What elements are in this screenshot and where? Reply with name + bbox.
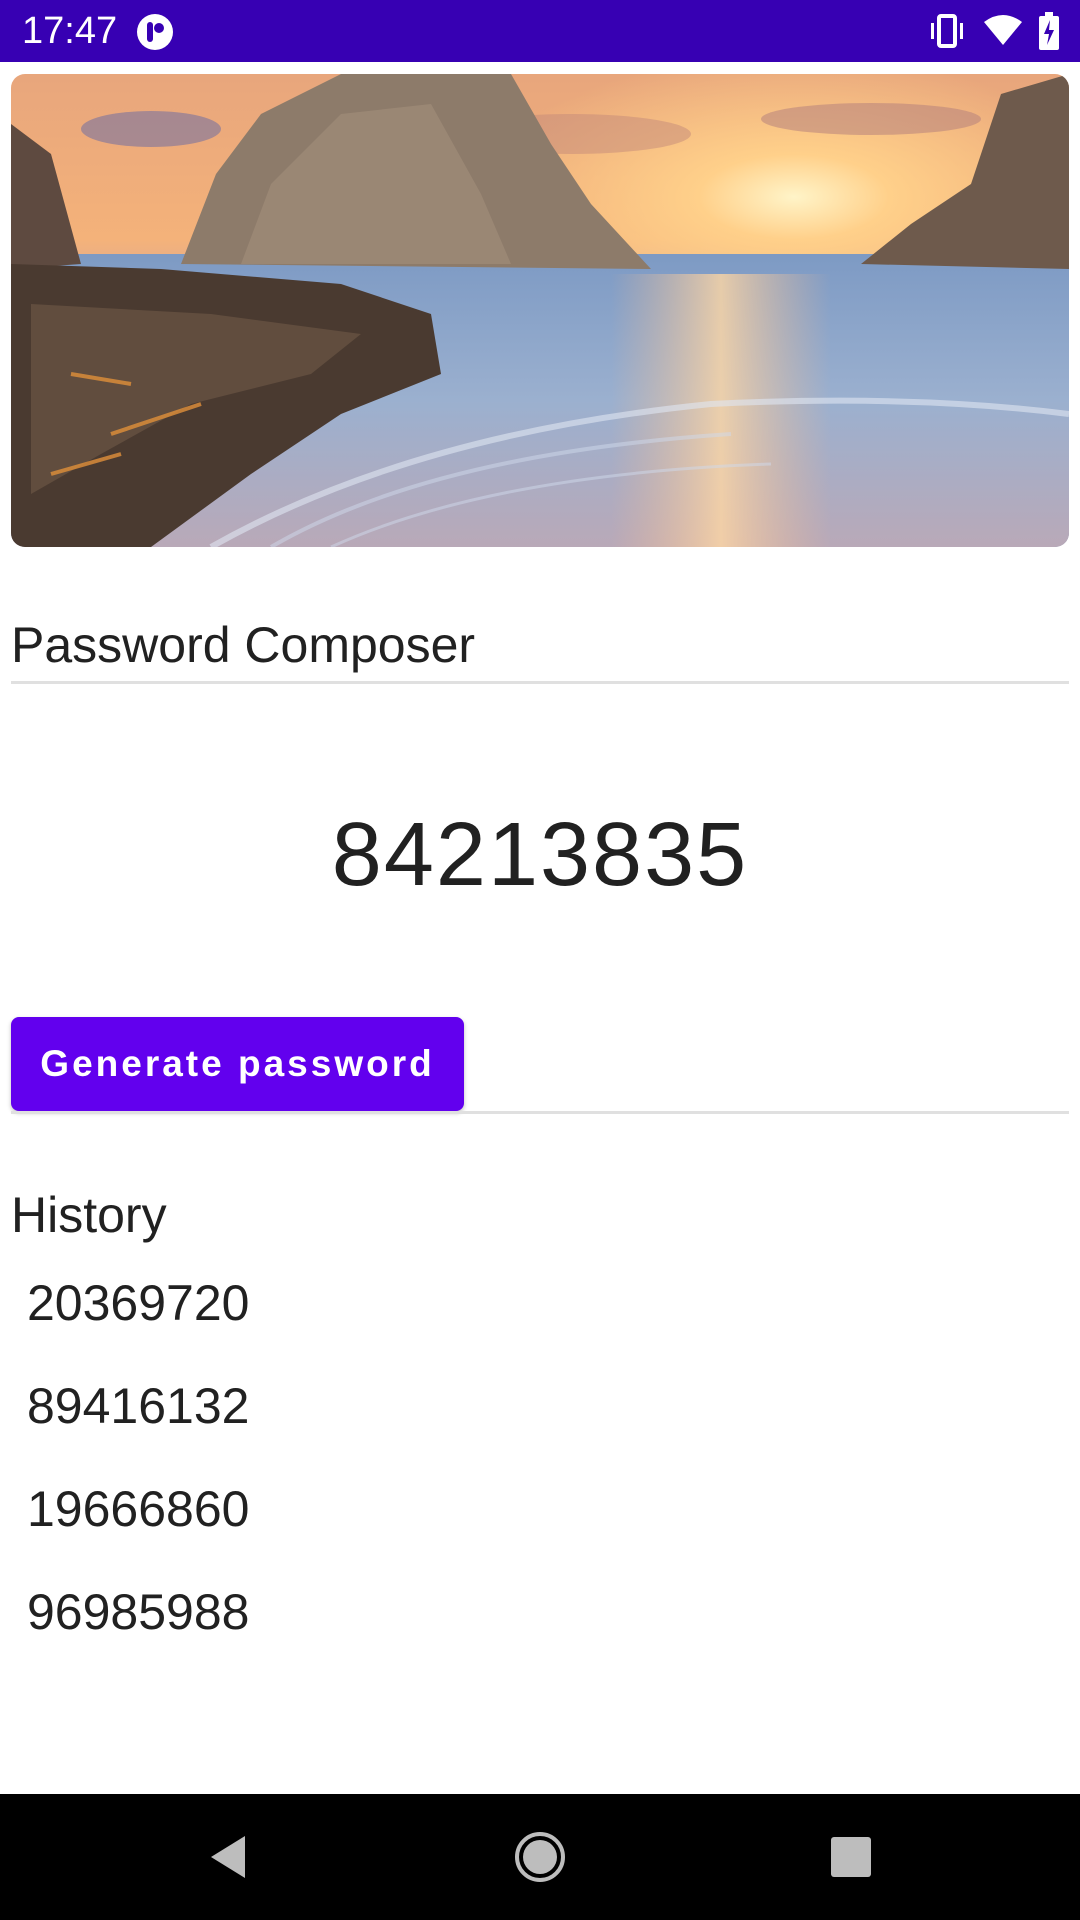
- history-list: 20369720 89416132 19666860 96985988: [27, 1270, 249, 1682]
- button-divider: [11, 1111, 1069, 1114]
- app-notification-icon: [136, 13, 174, 51]
- history-item: 20369720: [27, 1275, 250, 1331]
- navigation-bar: [0, 1794, 1080, 1920]
- recents-icon[interactable]: [818, 1824, 884, 1890]
- history-item: 19666860: [27, 1481, 250, 1537]
- wifi-icon: [983, 14, 1023, 51]
- history-item: 96985988: [27, 1584, 250, 1640]
- status-bar: 17:47: [0, 0, 1080, 62]
- generated-password: 84213835: [331, 805, 749, 905]
- home-icon[interactable]: [507, 1824, 573, 1890]
- generate-password-button[interactable]: Generate password: [11, 1017, 464, 1111]
- back-icon[interactable]: [197, 1824, 263, 1890]
- title-divider: [11, 681, 1069, 684]
- battery-charging-icon: [1038, 12, 1060, 55]
- status-time: 17:47: [22, 10, 118, 52]
- history-item: 89416132: [27, 1378, 250, 1434]
- beach-sunset-image: [11, 74, 1069, 547]
- page-title: Password Composer: [11, 617, 476, 673]
- vibrate-icon: [928, 14, 966, 53]
- history-title: History: [11, 1187, 167, 1243]
- app-screen: 17:47 Password Composer 84213835 Generat…: [0, 0, 1080, 1920]
